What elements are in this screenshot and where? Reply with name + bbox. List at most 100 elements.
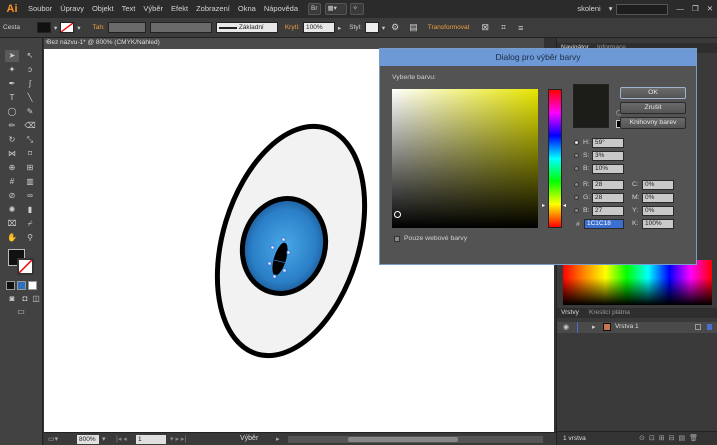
hue-slider-left-arrow-icon[interactable]: ▸ [542, 202, 545, 209]
gpu-toggle-icon[interactable]: ✧ [349, 3, 364, 15]
restore-icon[interactable]: ❐ [688, 0, 703, 18]
hue-slider-right-arrow-icon[interactable]: ◂ [563, 202, 566, 209]
stroke-weight-field[interactable] [107, 22, 146, 33]
variable-width-profile[interactable] [149, 22, 212, 33]
style-dropdown-icon[interactable]: ▾ [379, 24, 388, 32]
color-field-cursor[interactable] [394, 211, 401, 218]
horizontal-scrollbar[interactable] [288, 436, 543, 443]
opacity-dropdown-icon[interactable]: ▸ [335, 24, 344, 32]
align-icon[interactable]: ▤ [406, 22, 421, 33]
menu-efekt[interactable]: Efekt [167, 0, 192, 18]
transform-link[interactable]: Transformovat [425, 24, 473, 31]
artboard-number-field[interactable]: 1 [136, 435, 166, 444]
layer-name[interactable]: Vrstva 1 [615, 323, 639, 330]
cyan-field[interactable]: 0% [642, 180, 674, 190]
red-radio[interactable] [574, 182, 579, 187]
hue-field[interactable]: 59° [592, 138, 624, 148]
layer-row[interactable]: ◉ ▸ Vrstva 1 [557, 322, 717, 333]
ellipse-tool-icon[interactable]: ◯ [5, 106, 19, 118]
width-tool-icon[interactable]: ⋈ [5, 148, 19, 160]
search-field[interactable] [616, 3, 669, 15]
target-circle-icon[interactable] [695, 324, 701, 330]
menu-text[interactable]: Text [118, 0, 140, 18]
saturation-radio[interactable] [574, 153, 579, 158]
stroke-weight-label[interactable]: Tah: [90, 24, 108, 31]
perspective-grid-tool-icon[interactable]: ⊞ [23, 162, 37, 174]
ok-button[interactable]: OK [620, 87, 686, 99]
brightness-field[interactable]: 10% [592, 164, 624, 174]
artboard-tool-icon[interactable]: ⌧ [5, 218, 19, 230]
isolate-group-icon[interactable]: ⊠ [478, 22, 492, 33]
graphic-style-swatch[interactable] [364, 22, 379, 33]
scale-tool-icon[interactable]: ⤡ [23, 134, 37, 146]
stroke-swatch[interactable] [60, 22, 75, 33]
type-tool-icon[interactable]: T [5, 92, 19, 104]
red-field[interactable]: 28 [592, 180, 624, 190]
arrange-documents-button[interactable]: ▦▾ [324, 3, 347, 15]
menu-vyber[interactable]: Výběr [139, 0, 167, 18]
draw-inside-icon[interactable]: ◫ [31, 293, 41, 305]
scrollbar-thumb[interactable] [348, 437, 458, 442]
cancel-button[interactable]: Zrušit [620, 102, 686, 114]
status-preview-icon[interactable]: ▭▾ [48, 435, 58, 443]
tab-artboards[interactable]: Kreslicí plátna [589, 309, 630, 316]
tab-layers[interactable]: Vrstvy [561, 309, 579, 316]
slice-tool-icon[interactable]: ⌿ [23, 218, 37, 230]
menu-objekt[interactable]: Objekt [88, 0, 118, 18]
opacity-label[interactable]: Krytí: [282, 24, 303, 31]
hex-field[interactable]: 1C1C18 [584, 219, 624, 229]
pen-tool-icon[interactable]: ✒ [5, 78, 19, 90]
draw-normal-icon[interactable]: ◙ [5, 293, 19, 305]
menu-napoveda[interactable]: Nápověda [260, 0, 302, 18]
color-libraries-button[interactable]: Knihovny barev [620, 117, 686, 129]
blend-tool-icon[interactable]: ∞ [23, 190, 37, 202]
pencil-tool-icon[interactable]: ✏ [5, 120, 19, 132]
line-tool-icon[interactable]: ╲ [23, 92, 37, 104]
magenta-field[interactable]: 0% [642, 193, 674, 203]
paintbrush-tool-icon[interactable]: ✎ [23, 106, 37, 118]
expand-layer-icon[interactable]: ▸ [592, 323, 596, 331]
minimize-icon[interactable]: — [672, 0, 688, 18]
document-close-icon[interactable]: × [45, 39, 49, 46]
zoom-dropdown-icon[interactable]: ▾ [102, 435, 106, 443]
stroke-color-swatch[interactable] [17, 258, 34, 275]
lasso-tool-icon[interactable]: ↄ [23, 64, 37, 76]
next-artboard-icon[interactable]: ▾ ▸ ▸| [170, 435, 186, 443]
saturation-field[interactable]: 3% [592, 151, 624, 161]
gradient-tool-icon[interactable]: ▥ [23, 176, 37, 188]
hue-slider[interactable] [548, 89, 562, 228]
green-radio[interactable] [574, 195, 579, 200]
select-similar-icon[interactable]: ⌗ [498, 22, 509, 33]
bridge-button[interactable]: Br [308, 3, 321, 15]
direct-selection-tool-icon[interactable]: ↖ [23, 50, 37, 62]
blue-field[interactable]: 27 [592, 206, 624, 216]
menu-soubor[interactable]: Soubor [24, 0, 56, 18]
yellow-field[interactable]: 0% [642, 206, 674, 216]
visibility-eye-icon[interactable]: ◉ [563, 323, 569, 331]
free-transform-tool-icon[interactable]: ⌑ [23, 148, 37, 160]
draw-behind-icon[interactable]: ◘ [18, 293, 32, 305]
brush-definition[interactable]: Základní [215, 22, 278, 33]
magic-wand-tool-icon[interactable]: ✦ [5, 64, 19, 76]
screen-mode-icon[interactable]: ▭ [14, 306, 28, 318]
hand-tool-icon[interactable]: ✋ [5, 232, 19, 244]
layers-footer-icons[interactable]: ⊙⊡⊞⊟▤🗑 [639, 434, 702, 442]
fill-swatch[interactable] [36, 22, 51, 33]
status-menu-icon[interactable]: ▸ [276, 435, 280, 443]
saturation-brightness-field[interactable] [392, 89, 538, 228]
first-artboard-icon[interactable]: |◂ ◂ [116, 435, 127, 443]
green-field[interactable]: 28 [592, 193, 624, 203]
dialog-title[interactable]: Dialog pro výběr barvy [380, 49, 696, 66]
fill-dropdown-icon[interactable]: ▾ [51, 24, 60, 32]
none-mode-icon[interactable] [28, 281, 37, 290]
symbol-sprayer-tool-icon[interactable]: ✺ [5, 204, 19, 216]
web-colors-checkbox[interactable] [394, 236, 400, 242]
column-graph-tool-icon[interactable]: ▮ [23, 204, 37, 216]
close-icon[interactable]: ✕ [703, 0, 717, 18]
menu-okna[interactable]: Okna [234, 0, 260, 18]
workspace-dropdown-icon[interactable]: ▾ [605, 0, 617, 18]
workspace-switcher[interactable]: skoleni [573, 0, 604, 18]
menu-zobrazeni[interactable]: Zobrazení [192, 0, 234, 18]
selection-tool-icon[interactable]: ➤ [5, 50, 19, 62]
color-spectrum[interactable] [563, 260, 712, 305]
